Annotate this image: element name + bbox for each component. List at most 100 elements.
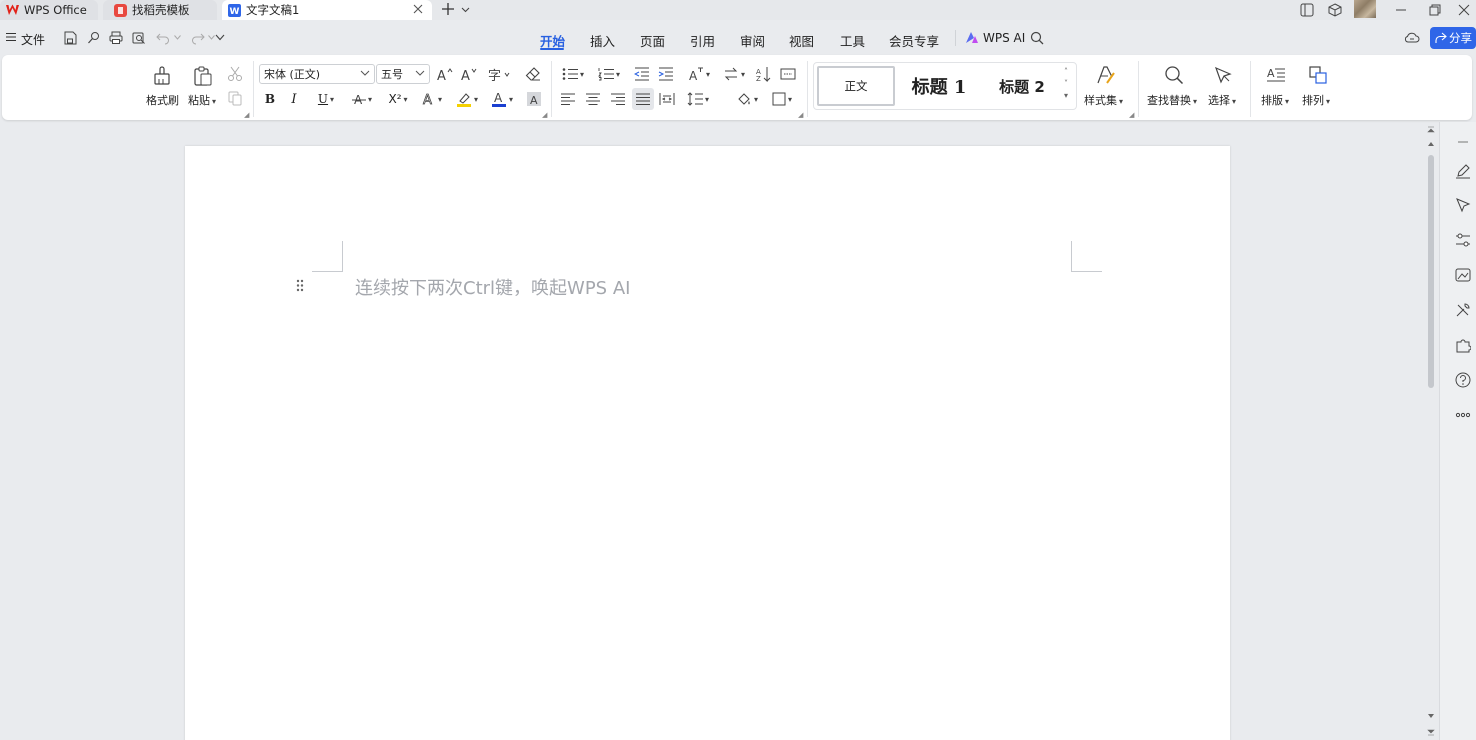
increase-font-size-icon[interactable]: A [436, 65, 454, 83]
redo-dropdown-icon[interactable] [208, 35, 215, 40]
italic-button[interactable]: I [286, 90, 302, 108]
puzzle-plugin-icon[interactable] [1454, 336, 1472, 354]
undo-icon[interactable] [155, 30, 171, 46]
superscript-button[interactable]: X² ▾ [384, 90, 412, 108]
copy-icon[interactable] [226, 89, 244, 107]
tools-wrench-icon[interactable] [1454, 301, 1472, 319]
tab-member[interactable]: 会员专享 [889, 31, 939, 50]
distributed-align-icon[interactable] [658, 90, 676, 108]
close-tab-icon[interactable] [412, 3, 424, 15]
underline-button[interactable]: U ▾ [312, 90, 340, 108]
layout-icon[interactable]: A [1264, 63, 1288, 87]
adjust-sliders-icon[interactable] [1454, 231, 1472, 249]
styles-group-launcher-icon[interactable]: ◢ [1129, 111, 1134, 119]
sort-icon[interactable]: AZ [755, 65, 773, 83]
line-spacing-button[interactable]: ▾ [683, 90, 713, 108]
tab-list-chevron-icon[interactable] [461, 5, 470, 14]
cut-icon[interactable] [226, 65, 244, 83]
minimize-icon[interactable] [1389, 0, 1413, 20]
collapse-panel-icon[interactable] [1454, 133, 1472, 151]
decrease-indent-icon[interactable] [633, 65, 651, 83]
font-group-launcher-icon[interactable]: ◢ [542, 111, 547, 119]
character-shading-icon[interactable]: A [525, 90, 543, 108]
more-options-icon[interactable] [1454, 406, 1472, 424]
layout-label[interactable]: 排版 ▾ [1261, 92, 1289, 108]
phonetic-guide-icon[interactable]: 字 [486, 65, 512, 83]
style-heading2[interactable]: 标题 2 [987, 66, 1057, 106]
tab-document[interactable]: W 文字文稿1 [222, 0, 432, 20]
sidebar-toggle-icon[interactable] [1295, 0, 1319, 20]
select-cursor-icon[interactable] [1211, 63, 1235, 87]
vertical-scrollbar-thumb[interactable] [1428, 155, 1434, 388]
document-page[interactable]: 连续按下两次Ctrl键，唤起WPS AI [185, 146, 1230, 740]
drag-handle-icon[interactable] [296, 279, 304, 292]
redo-icon[interactable] [190, 30, 206, 46]
tab-wps-office[interactable]: WPS Office [0, 0, 98, 20]
tab-tools[interactable]: 工具 [840, 31, 865, 50]
character-scaling-button[interactable]: A ▾ [684, 65, 714, 83]
save-icon[interactable] [62, 30, 78, 46]
clipboard-group-launcher-icon[interactable]: ◢ [244, 111, 249, 119]
export-pdf-icon[interactable] [86, 30, 102, 46]
shading-button[interactable]: ▾ [733, 90, 761, 108]
font-name-combo[interactable]: 宋体 (正文) [259, 64, 375, 84]
highlight-button[interactable]: ▾ [452, 90, 482, 108]
increase-indent-icon[interactable] [657, 65, 675, 83]
find-replace-icon[interactable] [1162, 63, 1186, 87]
text-effect-button[interactable]: A ▾ [418, 90, 446, 108]
tab-insert[interactable]: 插入 [590, 31, 615, 50]
select-label[interactable]: 选择 ▾ [1208, 92, 1236, 108]
align-center-icon[interactable] [584, 90, 602, 108]
scroll-to-bottom-icon[interactable] [1426, 726, 1436, 736]
file-menu[interactable]: 文件 [21, 31, 45, 48]
show-marks-icon[interactable] [779, 65, 797, 83]
wps-ai-button[interactable]: WPS AI [983, 31, 1025, 45]
numbered-list-button[interactable]: ▾ [595, 65, 623, 83]
tab-view[interactable]: 视图 [789, 31, 814, 50]
bullet-list-button[interactable]: ▾ [559, 65, 587, 83]
format-painter-icon[interactable] [148, 63, 176, 89]
scroll-to-top-icon[interactable] [1426, 126, 1436, 136]
user-avatar[interactable] [1354, 0, 1376, 18]
style-heading1[interactable]: 标题 1 [901, 66, 977, 106]
share-button[interactable]: 分享 [1430, 27, 1476, 49]
justify-button[interactable] [632, 88, 654, 110]
image-edit-icon[interactable] [1454, 266, 1472, 284]
print-icon[interactable] [108, 30, 124, 46]
style-normal[interactable]: 正文 [817, 66, 895, 106]
font-size-combo[interactable]: 五号 [376, 64, 430, 84]
customize-toolbar-chevron-icon[interactable] [215, 34, 225, 41]
clear-format-eraser-icon[interactable] [523, 65, 543, 83]
align-left-icon[interactable] [559, 90, 577, 108]
tab-docer[interactable]: 找稻壳模板 [103, 0, 217, 20]
scroll-up-arrow-icon[interactable] [1427, 141, 1435, 147]
paste-icon[interactable] [190, 63, 216, 89]
style-set-icon[interactable] [1094, 63, 1118, 87]
search-icon[interactable] [1030, 31, 1044, 45]
help-icon[interactable] [1454, 371, 1472, 389]
cube-icon[interactable] [1323, 0, 1347, 20]
tab-page[interactable]: 页面 [640, 31, 665, 50]
print-preview-icon[interactable] [131, 30, 147, 46]
restore-icon[interactable] [1423, 0, 1447, 20]
format-painter-label[interactable]: 格式刷 [146, 92, 179, 108]
font-color-button[interactable]: A ▾ [488, 90, 516, 108]
scroll-down-arrow-icon[interactable] [1427, 713, 1435, 719]
align-right-icon[interactable] [609, 90, 627, 108]
hamburger-menu-icon[interactable] [6, 32, 16, 42]
text-direction-button[interactable]: ▾ [720, 65, 748, 83]
select-pointer-icon[interactable] [1454, 196, 1472, 214]
style-set-label[interactable]: 样式集 ▾ [1084, 92, 1123, 108]
styles-scroll-icon[interactable]: ˄ ˅ ▾ [1064, 66, 1068, 102]
close-window-icon[interactable] [1452, 0, 1476, 20]
borders-button[interactable]: ▾ [768, 90, 796, 108]
bold-button[interactable]: B [262, 90, 278, 108]
ai-placeholder-text[interactable]: 连续按下两次Ctrl键，唤起WPS AI [355, 274, 630, 300]
tab-references[interactable]: 引用 [690, 31, 715, 50]
paragraph-group-launcher-icon[interactable]: ◢ [798, 111, 803, 119]
strikethrough-button[interactable]: A ▾ [348, 90, 376, 108]
arrange-label[interactable]: 排列 ▾ [1302, 92, 1330, 108]
decrease-font-size-icon[interactable]: A [460, 65, 478, 83]
cloud-sync-icon[interactable] [1404, 30, 1420, 44]
find-replace-label[interactable]: 查找替换 ▾ [1147, 92, 1197, 108]
